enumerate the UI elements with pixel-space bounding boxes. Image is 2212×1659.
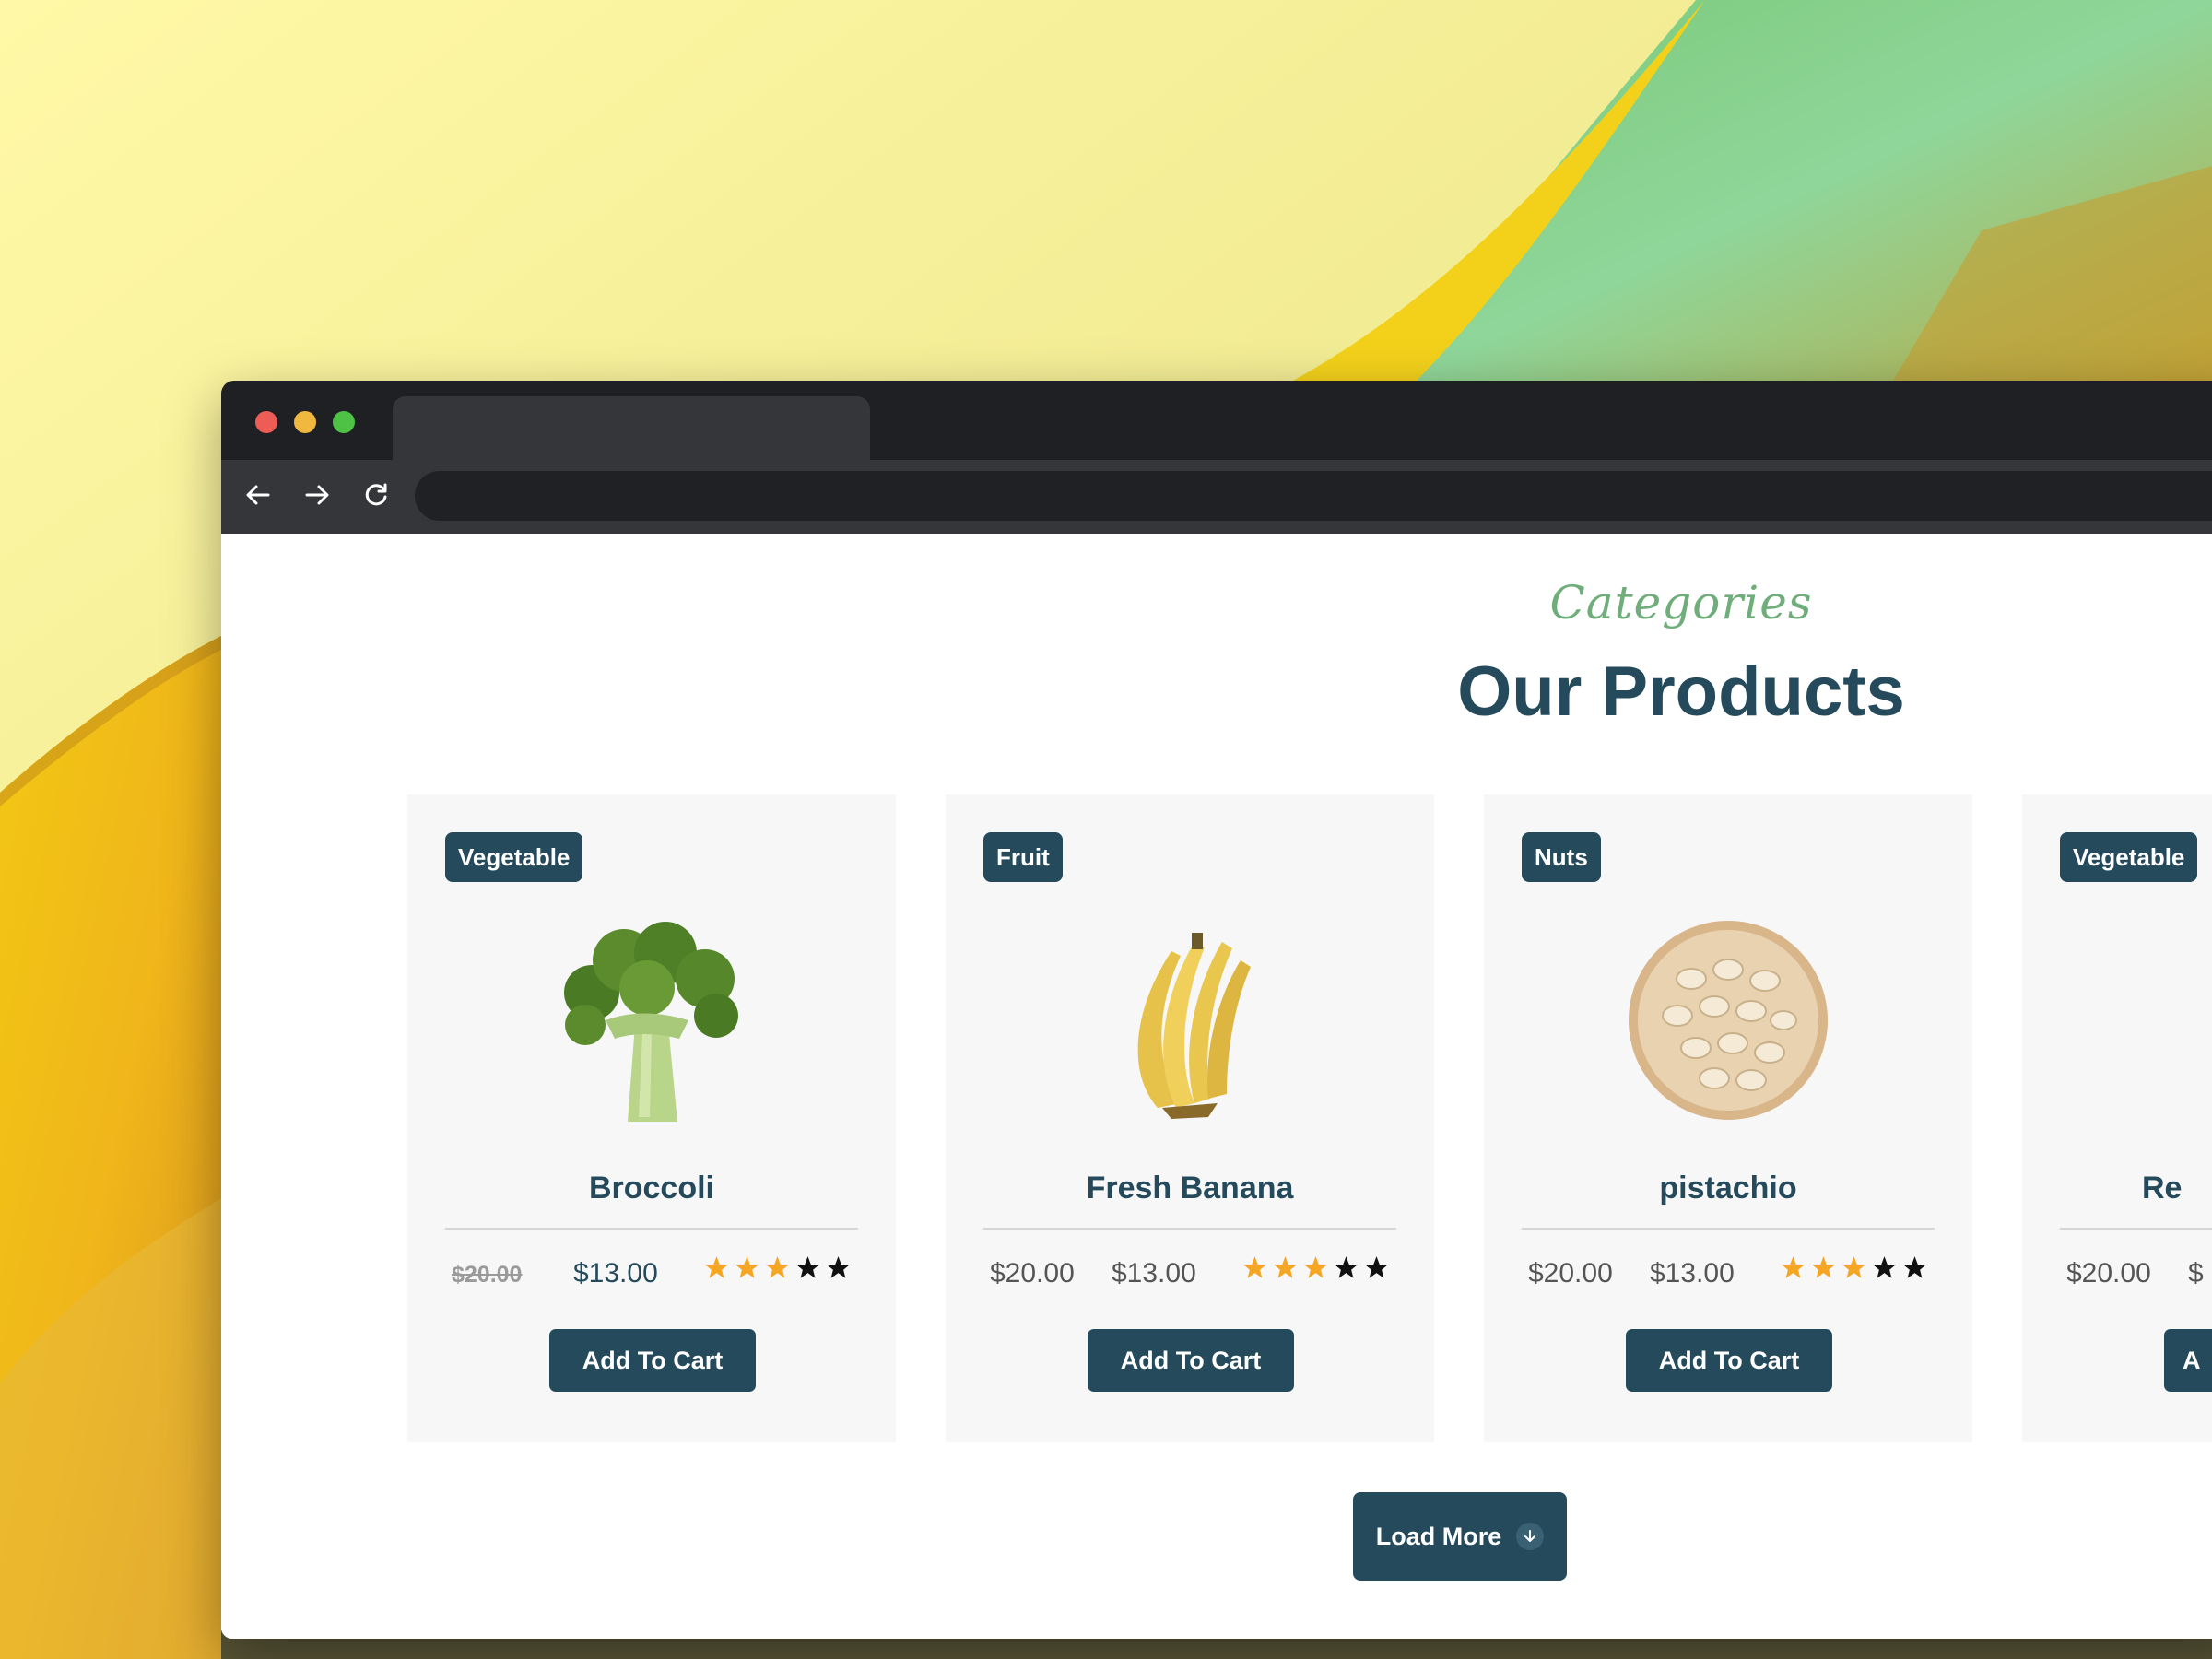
rating-stars [704, 1255, 851, 1280]
add-to-cart-button[interactable]: Add To Cart [549, 1329, 756, 1392]
load-more-label: Load More [1375, 1522, 1502, 1550]
browser-window: Categories Our Products Vegetable Brocco… [221, 381, 2212, 1639]
category-badge: Fruit [983, 832, 1063, 882]
rating-stars [1781, 1255, 1927, 1280]
browser-tab[interactable] [393, 396, 870, 460]
old-price: $20.00 [990, 1258, 1075, 1288]
back-arrow-icon[interactable] [240, 477, 276, 513]
tomato-image [2165, 914, 2212, 1126]
star-empty-icon [827, 1256, 850, 1278]
minimize-window-button[interactable] [294, 411, 316, 433]
star-empty-icon [1335, 1256, 1358, 1278]
product-name: Fresh Banana [1086, 1171, 1294, 1206]
star-filled-icon [705, 1256, 728, 1278]
broccoli-image [564, 922, 738, 1122]
add-to-cart-button[interactable]: Add To Cart [1626, 1329, 1832, 1392]
star-filled-icon [766, 1256, 789, 1278]
star-filled-icon [1304, 1256, 1327, 1278]
old-price: $20.00 [452, 1262, 523, 1288]
star-filled-icon [1243, 1256, 1266, 1278]
star-filled-icon [1812, 1256, 1835, 1278]
category-badge: Nuts [1522, 832, 1601, 882]
card-divider [983, 1228, 1396, 1230]
star-filled-icon [1842, 1256, 1865, 1278]
browser-titlebar [221, 381, 2212, 460]
rating-stars [1242, 1255, 1389, 1280]
price: $13.00 [573, 1258, 658, 1288]
star-empty-icon [1365, 1256, 1388, 1278]
desktop: Categories Our Products Vegetable Brocco… [0, 0, 2212, 1659]
product-card: Nuts pistachio $20.00 $13.00 Add To Cart [1484, 794, 1972, 1442]
product-card: Vegetable Broccoli $20.00 $13.00 Add To … [407, 794, 896, 1442]
load-more-button[interactable]: Load More [1353, 1492, 1567, 1581]
star-filled-icon [1274, 1256, 1297, 1278]
add-to-cart-button[interactable]: A [2164, 1329, 2212, 1392]
card-divider [445, 1228, 858, 1230]
add-to-cart-button[interactable]: Add To Cart [1088, 1329, 1294, 1392]
product-card: Vegetable Re $20.00 $ A [2022, 794, 2212, 1442]
pistachio-image [1629, 921, 1828, 1120]
card-divider [2060, 1228, 2212, 1230]
banana-image [1137, 933, 1251, 1119]
product-name: pistachio [1659, 1171, 1797, 1206]
arrow-down-icon [1516, 1523, 1545, 1550]
reload-icon[interactable] [358, 477, 394, 513]
section-kicker: Categories [1549, 576, 1813, 629]
close-window-button[interactable] [255, 411, 277, 433]
category-badge: Vegetable [445, 832, 583, 882]
forward-arrow-icon[interactable] [299, 477, 335, 513]
star-filled-icon [1782, 1256, 1805, 1278]
card-divider [1522, 1228, 1935, 1230]
product-card: Fruit Fresh Banana $20.00 $13.00 Add To … [946, 794, 1434, 1442]
star-filled-icon [735, 1256, 759, 1278]
old-price: $20.00 [1528, 1258, 1613, 1288]
old-price: $20.00 [2066, 1258, 2151, 1288]
page-title: Our Products [1457, 653, 1905, 731]
price: $13.00 [1650, 1258, 1735, 1288]
product-name: Re [2142, 1171, 2183, 1206]
browser-toolbar [221, 460, 2212, 534]
product-name: Broccoli [588, 1171, 715, 1206]
price: $13.00 [1112, 1258, 1196, 1288]
page-content: Categories Our Products Vegetable Brocco… [221, 534, 2212, 1639]
address-bar[interactable] [415, 471, 2212, 521]
star-empty-icon [1873, 1256, 1896, 1278]
star-empty-icon [1903, 1256, 1926, 1278]
maximize-window-button[interactable] [333, 411, 355, 433]
price: $ [2188, 1258, 2204, 1288]
star-empty-icon [796, 1256, 819, 1278]
category-badge: Vegetable [2060, 832, 2198, 882]
